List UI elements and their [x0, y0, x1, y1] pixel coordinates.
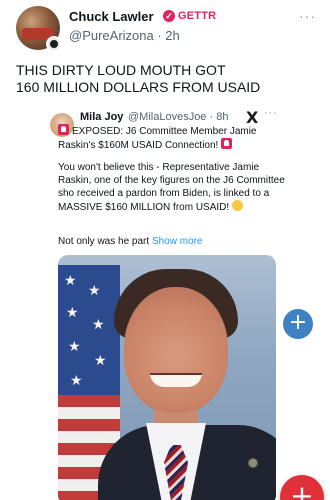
avatar-badge-icon — [46, 36, 62, 52]
quote-more-text: Not only was he part — [58, 236, 150, 247]
lapel-pin — [248, 458, 258, 468]
quote-author-handle[interactable]: @MilaLovesJoe · 8h — [128, 111, 228, 123]
quote-more-line: Not only was he part Show more — [58, 236, 203, 247]
siren-icon — [58, 124, 69, 135]
flag-star-icon: ★ — [94, 353, 107, 369]
image-add-button[interactable]: + — [283, 309, 313, 339]
quote-body: You won't believe this - Representative … — [58, 161, 290, 214]
portrait-smile — [150, 373, 202, 387]
author-name[interactable]: Chuck Lawler — [69, 9, 154, 24]
flag-star-icon: ★ — [68, 339, 81, 355]
post-text: THIS DIRTY LOUD MOUTH GOT 160 MILLION DO… — [16, 62, 261, 95]
flag-star-icon: ★ — [64, 273, 77, 289]
quote-body-text: You won't believe this - Representative … — [58, 162, 285, 213]
flag-star-icon: ★ — [92, 317, 105, 333]
quoted-post[interactable]: Mila Joy @MilaLovesJoe · 8h X ··· EXPOSE… — [50, 105, 313, 500]
siren-icon — [221, 138, 233, 149]
author-handle[interactable]: @PureArizona · 2h — [69, 28, 180, 43]
quote-more-icon[interactable]: ··· — [264, 107, 278, 119]
flag-star-icon: ★ — [88, 283, 101, 299]
quote-headline: EXPOSED: J6 Committee Member Jamie Raski… — [58, 124, 290, 152]
flag-star-icon: ★ — [70, 373, 83, 389]
more-icon[interactable]: ··· — [299, 8, 316, 24]
quote-author-name[interactable]: Mila Joy — [80, 111, 123, 123]
quote-image[interactable]: ★ ★ ★ ★ ★ ★ ★ — [58, 255, 276, 500]
show-more-link[interactable]: Show more — [152, 236, 203, 247]
portrait-face — [124, 287, 228, 413]
shocked-face-icon — [231, 200, 243, 211]
verified-badge-icon: ✓ — [163, 10, 175, 22]
flag-star-icon: ★ — [66, 305, 79, 321]
network-tag: GETTR — [178, 10, 217, 22]
post-header: Chuck Lawler ✓ GETTR @PureArizona · 2h ·… — [16, 4, 316, 52]
